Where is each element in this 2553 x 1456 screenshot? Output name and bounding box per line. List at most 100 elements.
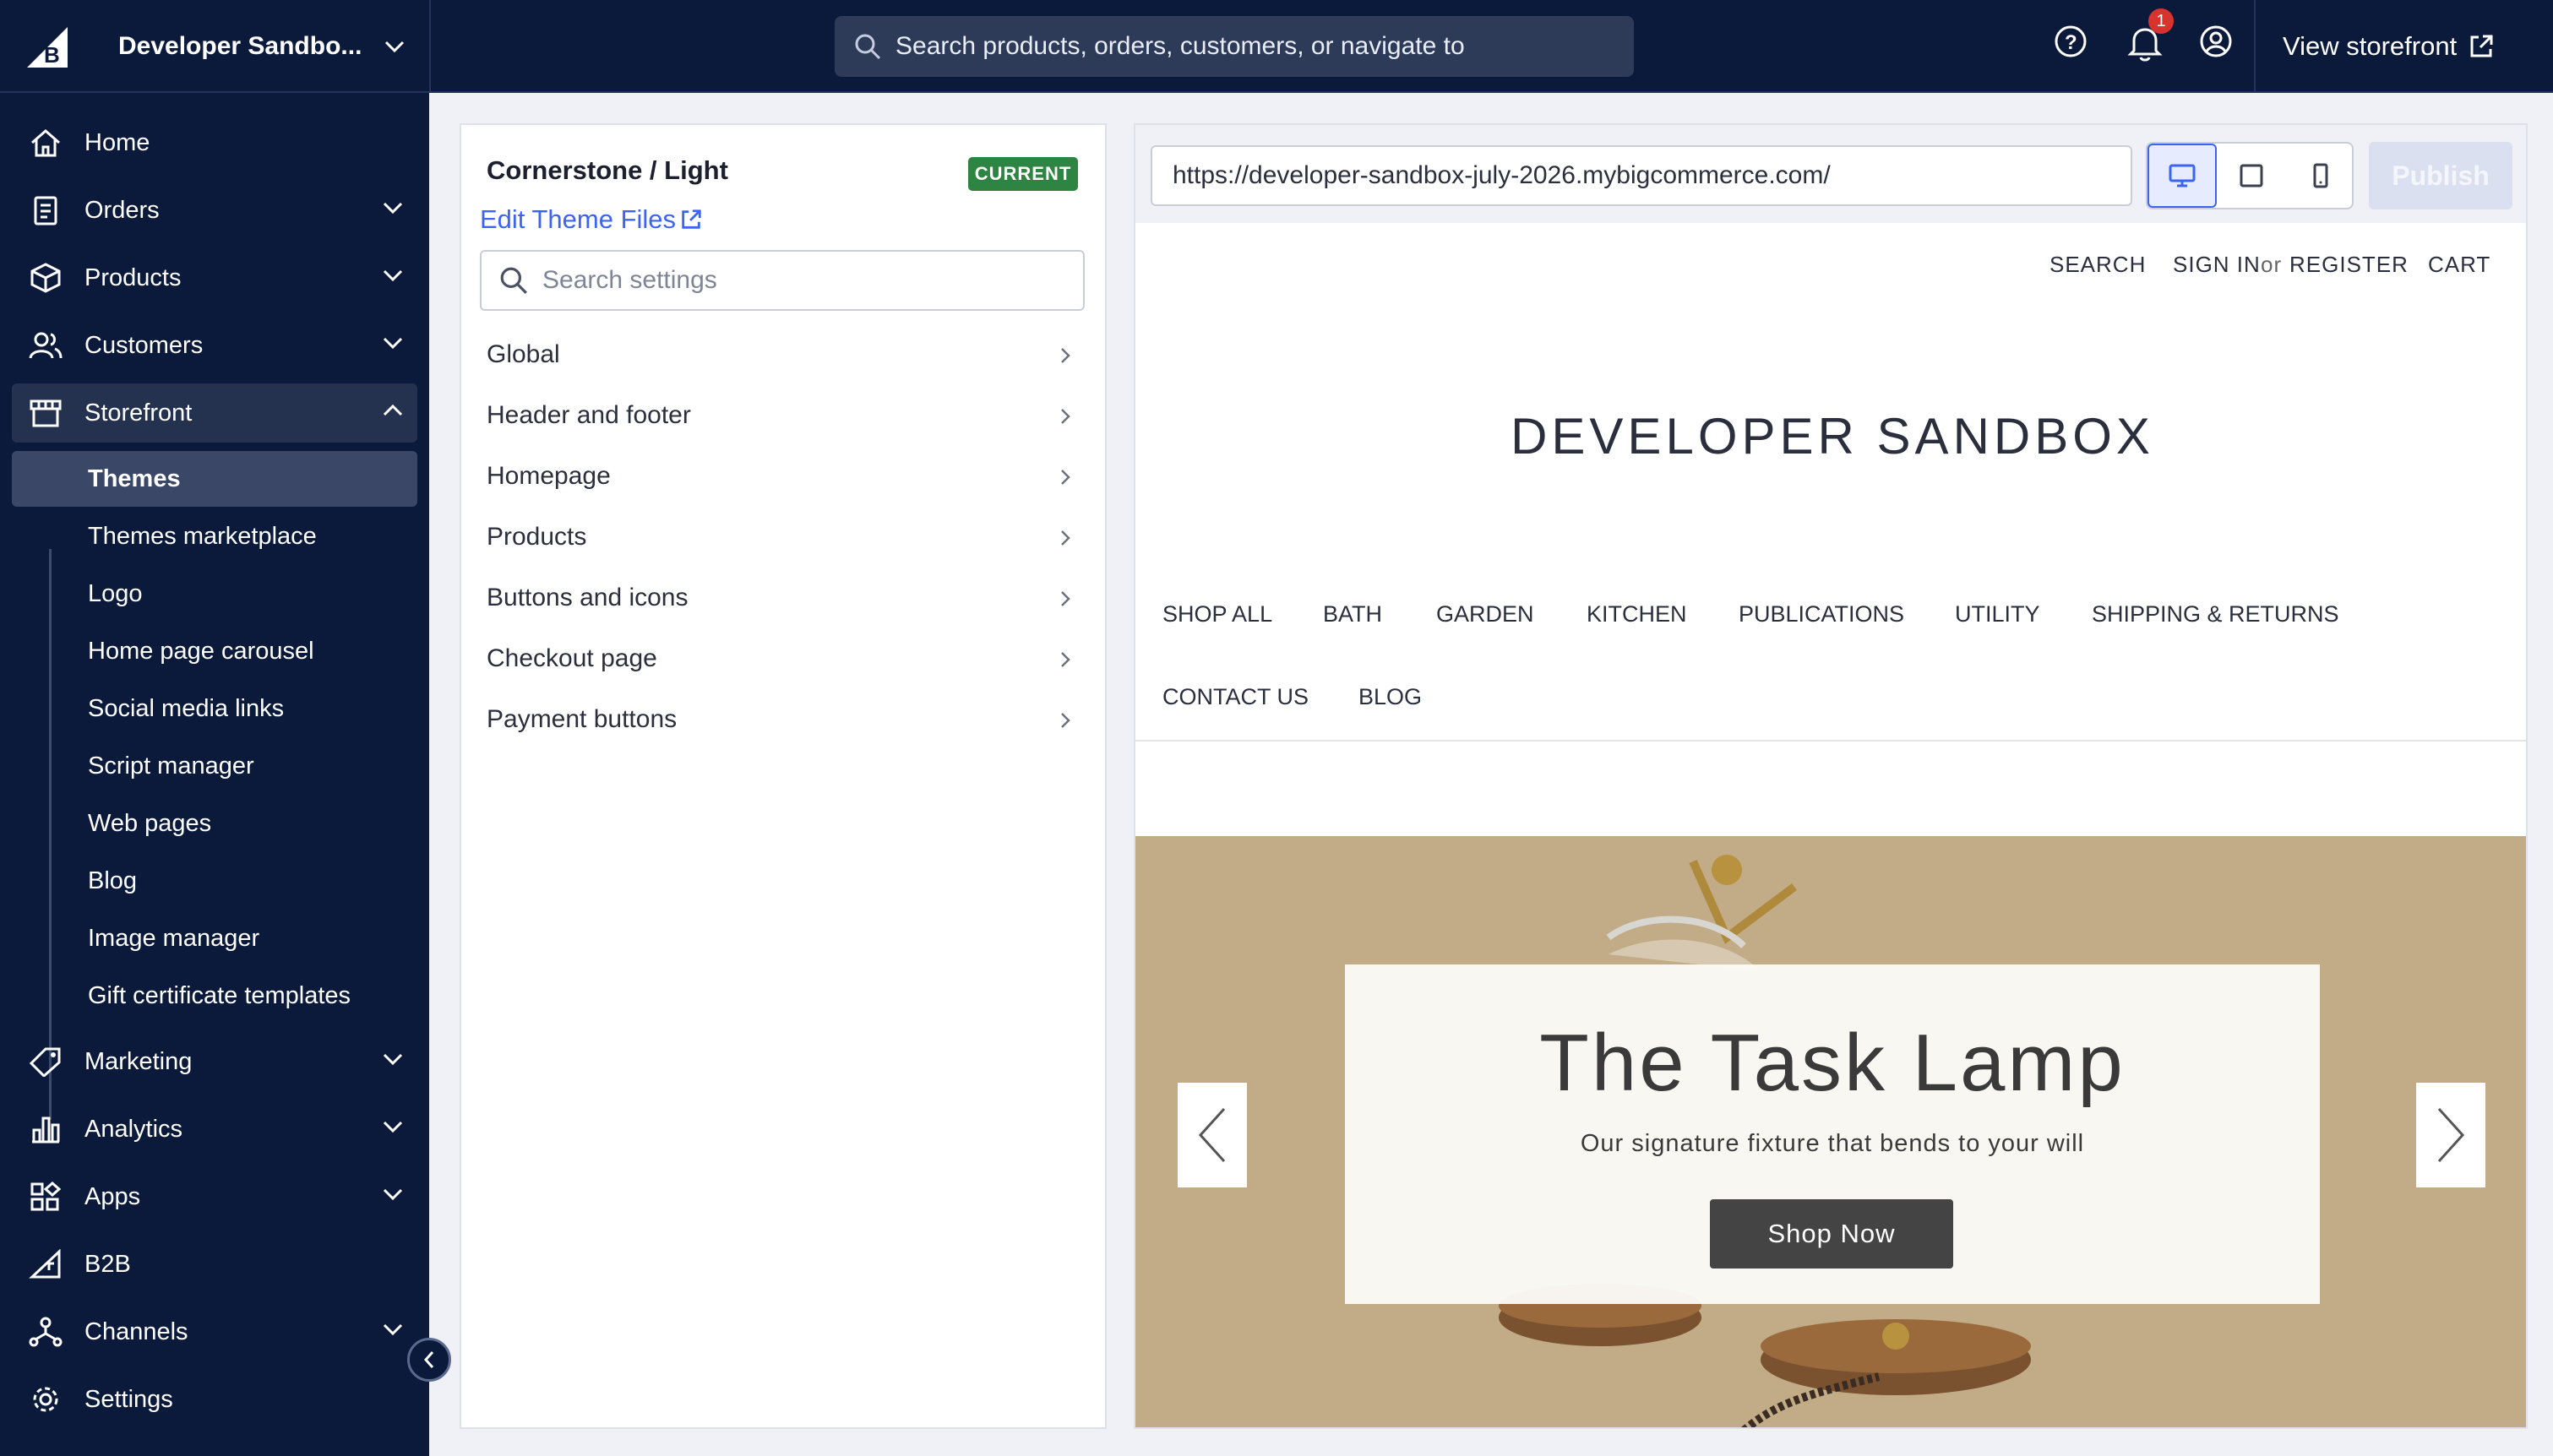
sidebar-subitem-themes[interactable]: Themes: [12, 451, 417, 507]
sidebar-item-label: Channels: [84, 1317, 188, 1345]
store-sign-in-link[interactable]: SIGN IN: [2173, 252, 2261, 278]
sidebar-subitem-home-page-carousel[interactable]: Home page carousel: [12, 623, 417, 679]
store-nav-utility[interactable]: UTILITY: [1955, 601, 2040, 627]
store-nav-shop-all[interactable]: SHOP ALL: [1162, 601, 1272, 627]
sidebar-subitem-themes-marketplace[interactable]: Themes marketplace: [12, 508, 417, 564]
store-register-link[interactable]: REGISTER: [2289, 252, 2409, 278]
subitem-label: Logo: [88, 579, 143, 607]
collapse-sidebar-button[interactable]: [407, 1338, 451, 1382]
sidebar-item-analytics[interactable]: Analytics: [12, 1100, 417, 1159]
account-icon[interactable]: [2198, 24, 2234, 59]
sidebar-subitem-script-manager[interactable]: Script manager: [12, 738, 417, 794]
sidebar-item-b2b[interactable]: B2B: [12, 1235, 417, 1294]
channels-icon: [29, 1317, 63, 1347]
hero-title: The Task Lamp: [1539, 1018, 2126, 1108]
top-bar: B Developer Sandbo... Search products, o…: [0, 0, 2553, 93]
settings-row-label: Header and footer: [487, 401, 691, 429]
settings-row-products[interactable]: Products: [487, 512, 1083, 562]
store-nav-bath[interactable]: BATH: [1323, 601, 1382, 627]
settings-row-label: Products: [487, 523, 587, 551]
tablet-view-button[interactable]: [2217, 144, 2286, 208]
bigcommerce-logo[interactable]: B: [24, 25, 71, 69]
chevron-left-icon: [1198, 1107, 1226, 1163]
store-nav-shipping-returns[interactable]: SHIPPING & RETURNS: [2092, 601, 2339, 627]
edit-theme-files-link[interactable]: Edit Theme Files: [480, 204, 703, 235]
device-toggle-group: [2146, 142, 2354, 209]
settings-row-global[interactable]: Global: [487, 329, 1083, 380]
settings-row-buttons-icons[interactable]: Buttons and icons: [487, 573, 1083, 623]
settings-row-checkout-page[interactable]: Checkout page: [487, 633, 1083, 684]
svg-text:?: ?: [2065, 31, 2077, 54]
search-placeholder: Search settings: [542, 266, 717, 294]
url-value: https://developer-sandbox-july-2026.mybi…: [1173, 161, 1831, 189]
subitem-label: Script manager: [88, 752, 254, 780]
store-search-link[interactable]: SEARCH: [2049, 252, 2146, 278]
sidebar-item-settings[interactable]: Settings: [12, 1370, 417, 1429]
gear-icon: [33, 1387, 58, 1412]
view-storefront-link[interactable]: View storefront: [2283, 0, 2494, 93]
chevron-right-icon: [1061, 652, 1070, 667]
notification-badge: 1: [2148, 8, 2174, 34]
box-icon: [30, 263, 61, 293]
store-nav-garden[interactable]: GARDEN: [1436, 601, 1534, 627]
store-nav-publications[interactable]: PUBLICATIONS: [1739, 601, 1904, 627]
store-cart-link[interactable]: CART: [2428, 252, 2490, 278]
svg-text:B: B: [44, 42, 60, 68]
sidebar-item-customers[interactable]: Customers: [12, 316, 417, 375]
desktop-view-button[interactable]: [2147, 144, 2217, 208]
sidebar-item-apps[interactable]: Apps: [12, 1167, 417, 1226]
sidebar-item-marketing[interactable]: Marketing: [12, 1032, 417, 1091]
store-title[interactable]: DEVELOPER SANDBOX: [1135, 407, 2526, 465]
mobile-view-button[interactable]: [2286, 144, 2355, 208]
store-switcher[interactable]: Developer Sandbo...: [118, 0, 406, 93]
orders-icon: [34, 196, 57, 225]
b2b-icon: [29, 1249, 61, 1279]
settings-row-label: Checkout page: [487, 644, 657, 672]
sidebar-subitem-web-pages[interactable]: Web pages: [12, 796, 417, 851]
settings-row-homepage[interactable]: Homepage: [487, 451, 1083, 502]
store-nav-blog[interactable]: BLOG: [1358, 684, 1422, 710]
settings-row-header-footer[interactable]: Header and footer: [487, 390, 1083, 441]
sidebar-subitem-logo[interactable]: Logo: [12, 566, 417, 622]
settings-row-label: Homepage: [487, 462, 611, 490]
store-nav-contact-us[interactable]: CONTACT US: [1162, 684, 1309, 710]
tag-icon: [29, 1047, 61, 1077]
sidebar-item-label: Storefront: [84, 399, 193, 426]
sidebar-item-channels[interactable]: Channels: [12, 1302, 417, 1361]
settings-search-input[interactable]: Search settings: [480, 250, 1085, 311]
carousel-next-button[interactable]: [2416, 1083, 2485, 1187]
preview-url-input[interactable]: https://developer-sandbox-july-2026.mybi…: [1151, 145, 2132, 206]
carousel-prev-button[interactable]: [1178, 1083, 1247, 1187]
settings-row-payment-buttons[interactable]: Payment buttons: [487, 694, 1083, 745]
sidebar-subitem-blog[interactable]: Blog: [12, 853, 417, 909]
publish-button[interactable]: Publish: [2369, 142, 2512, 209]
sidebar-item-home[interactable]: Home: [12, 113, 417, 172]
sidebar-subitem-gift-certificate-templates[interactable]: Gift certificate templates: [12, 968, 417, 1024]
sidebar-item-products[interactable]: Products: [12, 248, 417, 307]
mobile-icon: [2313, 163, 2328, 188]
sidebar-item-label: Settings: [84, 1385, 173, 1413]
divider: [2254, 0, 2256, 93]
help-icon[interactable]: ?: [2053, 24, 2088, 59]
store-nav-kitchen[interactable]: KITCHEN: [1587, 601, 1687, 627]
theme-name: Cornerstone / Light: [487, 155, 728, 185]
hero-subtitle: Our signature fixture that bends to your…: [1580, 1130, 2085, 1157]
sidebar-item-label: Apps: [84, 1182, 141, 1210]
sidebar-subitem-social-media-links[interactable]: Social media links: [12, 681, 417, 736]
global-search-input[interactable]: Search products, orders, customers, or n…: [835, 16, 1634, 77]
search-placeholder: Search products, orders, customers, or n…: [895, 32, 1465, 60]
sidebar-item-label: Products: [84, 263, 182, 291]
chevron-down-icon: [383, 1053, 403, 1066]
sidebar-item-orders[interactable]: Orders: [12, 181, 417, 240]
subitem-label: Web pages: [88, 809, 212, 837]
search-icon: [500, 267, 527, 294]
subitem-label: Image manager: [88, 924, 260, 952]
sidebar-item-storefront[interactable]: Storefront: [12, 383, 417, 443]
sidebar-subitem-image-manager[interactable]: Image manager: [12, 910, 417, 966]
chevron-down-icon: [383, 269, 403, 282]
sidebar-item-label: Home: [84, 128, 150, 156]
store-page: SEARCH SIGN IN or REGISTER CART DEVELOPE…: [1135, 223, 2526, 1427]
hero-text-card: The Task Lamp Our signature fixture that…: [1345, 964, 2320, 1304]
chevron-right-icon: [1061, 409, 1070, 424]
shop-now-button[interactable]: Shop Now: [1710, 1199, 1953, 1269]
